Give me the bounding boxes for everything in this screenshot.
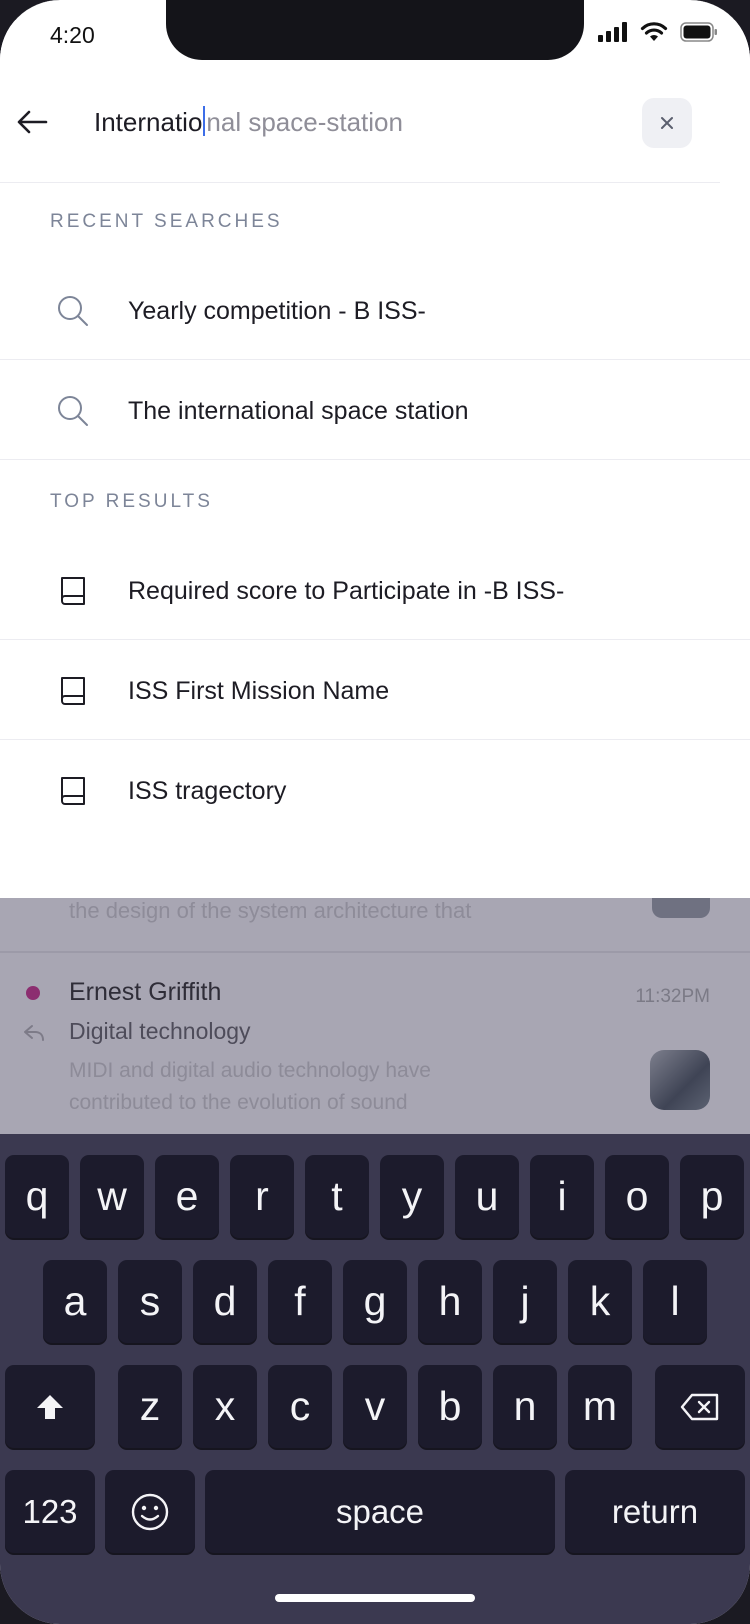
search-sheet: 4:20 Internatio nal space-station RECENT…: [0, 0, 750, 898]
phone-screen: the design of the system architecture th…: [0, 0, 750, 1624]
key-t[interactable]: t: [305, 1155, 369, 1238]
battery-icon: [680, 22, 717, 42]
avatar: [650, 1050, 710, 1110]
top-result-label: ISS tragectory: [128, 777, 287, 805]
reply-icon: [24, 1025, 44, 1041]
close-icon: [661, 117, 673, 129]
recent-searches-heading: RECENT SEARCHES: [50, 211, 283, 232]
recent-search-item[interactable]: Yearly competition - B ISS-: [0, 262, 750, 360]
row-divider: [0, 358, 750, 360]
wifi-icon: [640, 22, 668, 41]
key-n[interactable]: n: [493, 1365, 557, 1448]
row-divider: [0, 738, 750, 740]
recent-search-label: Yearly competition - B ISS-: [128, 297, 426, 325]
key-x[interactable]: x: [193, 1365, 257, 1448]
search-input[interactable]: Internatio nal space-station: [94, 106, 403, 138]
search-bar: Internatio nal space-station: [0, 62, 720, 183]
top-result-item[interactable]: ISS tragectory: [0, 742, 750, 840]
search-icon: [58, 396, 88, 426]
book-icon: [61, 677, 85, 705]
status-bar: 4:20: [0, 0, 750, 62]
key-w[interactable]: w: [80, 1155, 144, 1238]
key-c[interactable]: c: [268, 1365, 332, 1448]
row-divider: [0, 638, 750, 640]
key-b[interactable]: b: [418, 1365, 482, 1448]
search-autocomplete-suggestion: nal space-station: [206, 107, 403, 137]
key-i[interactable]: i: [530, 1155, 594, 1238]
key-f[interactable]: f: [268, 1260, 332, 1343]
numbers-key[interactable]: 123: [5, 1470, 95, 1553]
key-k[interactable]: k: [568, 1260, 632, 1343]
top-results-heading: TOP RESULTS: [50, 491, 213, 512]
message-time: 11:32PM: [635, 986, 710, 1007]
key-g[interactable]: g: [343, 1260, 407, 1343]
key-p[interactable]: p: [680, 1155, 744, 1238]
key-v[interactable]: v: [343, 1365, 407, 1448]
key-q[interactable]: q: [5, 1155, 69, 1238]
search-input-typed-text: Internatio: [94, 107, 203, 137]
key-s[interactable]: s: [118, 1260, 182, 1343]
key-y[interactable]: y: [380, 1155, 444, 1238]
message-subject: Digital technology: [69, 1018, 251, 1044]
status-icons: [598, 22, 718, 42]
row-divider: [0, 458, 750, 460]
book-icon: [61, 577, 85, 605]
back-arrow-icon[interactable]: [14, 102, 54, 142]
search-icon: [58, 296, 88, 326]
key-u[interactable]: u: [455, 1155, 519, 1238]
return-key[interactable]: return: [565, 1470, 745, 1553]
recent-search-label: The international space station: [128, 397, 469, 425]
cellular-signal-icon: [598, 22, 627, 42]
emoji-key[interactable]: [105, 1470, 195, 1553]
key-d[interactable]: d: [193, 1260, 257, 1343]
key-m[interactable]: m: [568, 1365, 632, 1448]
recent-search-item[interactable]: The international space station: [0, 362, 750, 460]
message-sender: Ernest Griffith: [69, 978, 222, 1006]
top-result-item[interactable]: Required score to Participate in -B ISS-: [0, 542, 750, 640]
key-e[interactable]: e: [155, 1155, 219, 1238]
top-result-item[interactable]: ISS First Mission Name: [0, 642, 750, 740]
shift-key[interactable]: [5, 1365, 95, 1448]
key-j[interactable]: j: [493, 1260, 557, 1343]
shift-icon: [37, 1394, 63, 1419]
key-z[interactable]: z: [118, 1365, 182, 1448]
key-a[interactable]: a: [43, 1260, 107, 1343]
key-r[interactable]: r: [230, 1155, 294, 1238]
on-screen-keyboard: q w e r t y u i o p a s d f g h j k l z …: [0, 1134, 750, 1624]
top-result-label: ISS First Mission Name: [128, 677, 390, 705]
message-preview: MIDI and digital audio technology have c…: [69, 1059, 431, 1114]
unread-dot: [26, 986, 40, 1000]
clear-search-button[interactable]: [642, 98, 692, 148]
key-l[interactable]: l: [643, 1260, 707, 1343]
notch: [166, 0, 584, 60]
key-h[interactable]: h: [418, 1260, 482, 1343]
status-time: 4:20: [50, 22, 95, 48]
backspace-icon: [680, 1393, 719, 1420]
emoji-icon: [131, 1493, 169, 1530]
book-icon: [61, 777, 85, 805]
home-indicator[interactable]: [275, 1594, 475, 1602]
space-key[interactable]: space: [205, 1470, 555, 1553]
key-o[interactable]: o: [605, 1155, 669, 1238]
background-message-item: Ernest Griffith 11:32PM Digital technolo…: [0, 880, 750, 1135]
top-result-label: Required score to Participate in -B ISS-: [128, 577, 565, 605]
delete-key[interactable]: [655, 1365, 745, 1448]
